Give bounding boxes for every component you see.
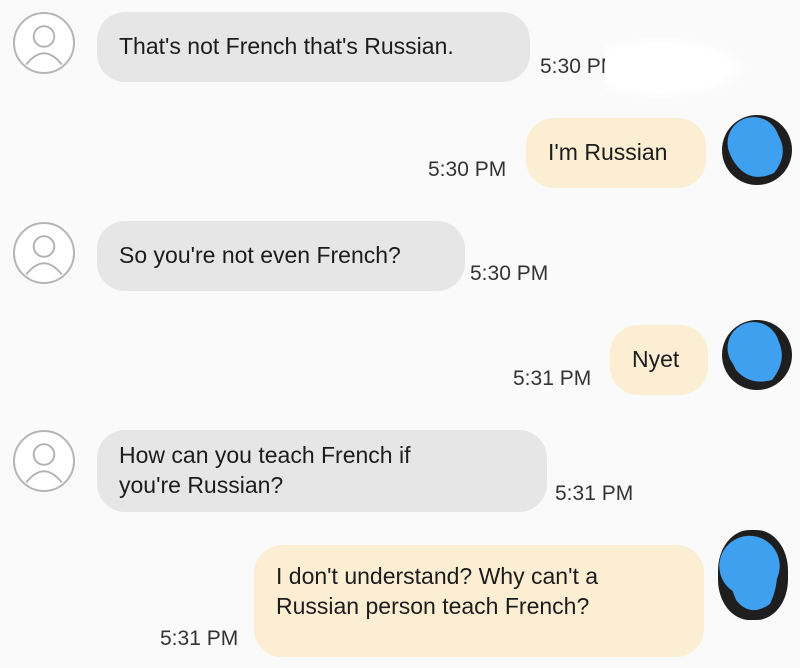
message-text: So you're not even French? [119, 242, 401, 268]
message-text: I'm Russian [548, 139, 668, 165]
contact-avatar-icon[interactable] [13, 430, 75, 492]
message-timestamp: 5:31 PM [160, 627, 239, 650]
own-avatar-icon[interactable] [722, 320, 792, 390]
message-text: How can you teach French if you're Russi… [119, 442, 411, 498]
screenshot-glare [605, 38, 745, 98]
message-text: That's not French that's Russian. [119, 33, 454, 59]
message-timestamp: 5:30 PM [428, 158, 507, 181]
message-bubble[interactable]: I'm Russian [526, 118, 706, 188]
message-text: I don't understand? Why can't a Russian … [276, 563, 599, 619]
message-bubble[interactable]: How can you teach French if you're Russi… [97, 430, 547, 512]
message-text: Nyet [632, 346, 680, 372]
message-timestamp: 5:30 PM [470, 262, 549, 285]
own-avatar-icon[interactable] [718, 530, 788, 620]
message-bubble[interactable]: I don't understand? Why can't a Russian … [254, 545, 704, 657]
own-avatar-icon[interactable] [722, 115, 792, 185]
message-timestamp: 5:31 PM [555, 482, 634, 505]
contact-avatar-icon[interactable] [13, 222, 75, 284]
contact-avatar-icon[interactable] [13, 12, 75, 74]
message-bubble[interactable]: So you're not even French? [97, 221, 465, 291]
message-bubble[interactable]: That's not French that's Russian. [97, 12, 530, 82]
message-timestamp: 5:31 PM [513, 367, 592, 390]
message-bubble[interactable]: Nyet [610, 325, 708, 395]
